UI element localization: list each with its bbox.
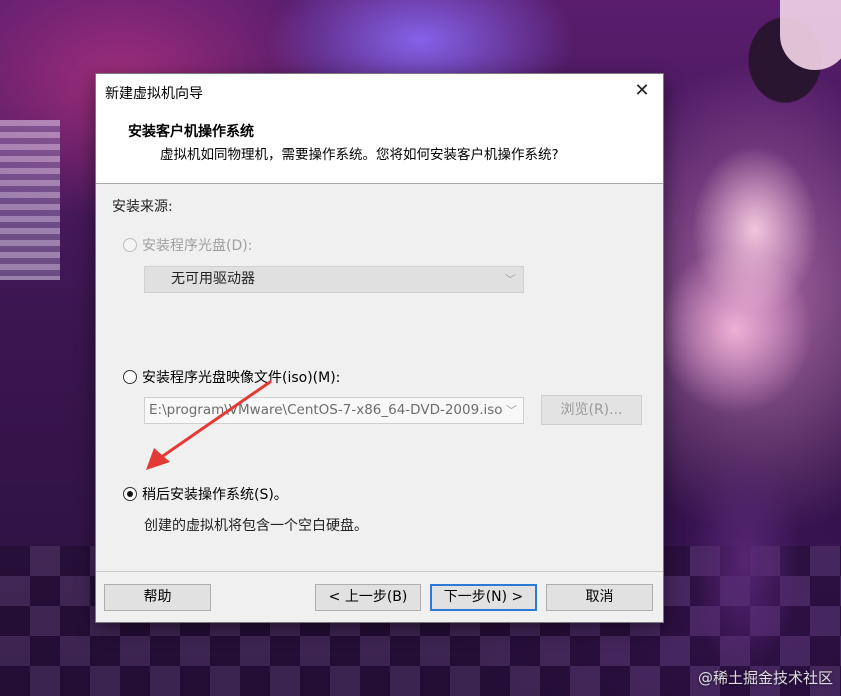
radio-install-later[interactable]: 稍后安装操作系统(S)。: [123, 484, 288, 504]
radio-install-iso[interactable]: 安装程序光盘映像文件(iso)(M):: [123, 367, 340, 387]
chevron-down-icon: ﹀: [505, 273, 516, 286]
radio-install-disc[interactable]: 安装程序光盘(D):: [123, 235, 252, 255]
wizard-footer: 帮助 < 上一步(B) 下一步(N) > 取消: [96, 571, 663, 622]
chevron-down-icon[interactable]: ﹀: [503, 398, 517, 423]
page-title: 安装客户机操作系统: [128, 124, 254, 140]
drive-dropdown[interactable]: 无可用驱动器 ﹀: [144, 266, 524, 293]
help-button[interactable]: 帮助: [104, 584, 211, 611]
radio-install-iso-label: 安装程序光盘映像文件(iso)(M):: [142, 370, 341, 386]
radio-indicator: [123, 370, 137, 384]
drive-dropdown-value: 无可用驱动器: [171, 271, 255, 287]
wizard-header: 安装客户机操作系统 虚拟机如同物理机，需要操作系统。您将如何安装客户机操作系统?: [96, 110, 663, 184]
wallpaper-character: [665, 0, 841, 696]
title-bar: 新建虚拟机向导 ✕: [96, 74, 663, 110]
back-button[interactable]: < 上一步(B): [315, 584, 421, 611]
window-title: 新建虚拟机向导: [105, 86, 203, 102]
page-subtitle: 虚拟机如同物理机，需要操作系统。您将如何安装客户机操作系统?: [160, 147, 559, 163]
cancel-button[interactable]: 取消: [546, 584, 653, 611]
iso-path-value: E:\program\VMware\CentOS-7-x86_64-DVD-20…: [149, 402, 503, 418]
wallpaper-shelf: [0, 120, 60, 280]
watermark-text: @稀土掘金技术社区: [697, 669, 833, 687]
close-icon[interactable]: ✕: [631, 80, 653, 102]
install-later-description: 创建的虚拟机将包含一个空白硬盘。: [144, 518, 368, 534]
radio-install-later-label: 稍后安装操作系统(S)。: [142, 487, 288, 503]
radio-indicator-checked: [123, 487, 137, 501]
wizard-content: 安装来源: 安装程序光盘(D): 无可用驱动器 ﹀ 安装程序光盘映像文件(iso…: [96, 184, 663, 572]
next-button[interactable]: 下一步(N) >: [430, 584, 537, 611]
wallpaper-hat: [780, 0, 841, 70]
new-vm-wizard-dialog: 新建虚拟机向导 ✕ 安装客户机操作系统 虚拟机如同物理机，需要操作系统。您将如何…: [95, 73, 664, 623]
iso-path-combobox[interactable]: E:\program\VMware\CentOS-7-x86_64-DVD-20…: [144, 397, 524, 424]
radio-indicator: [123, 238, 137, 252]
browse-button[interactable]: 浏览(R)...: [541, 395, 642, 425]
radio-install-disc-label: 安装程序光盘(D):: [142, 238, 253, 254]
install-source-label: 安装来源:: [112, 199, 173, 215]
